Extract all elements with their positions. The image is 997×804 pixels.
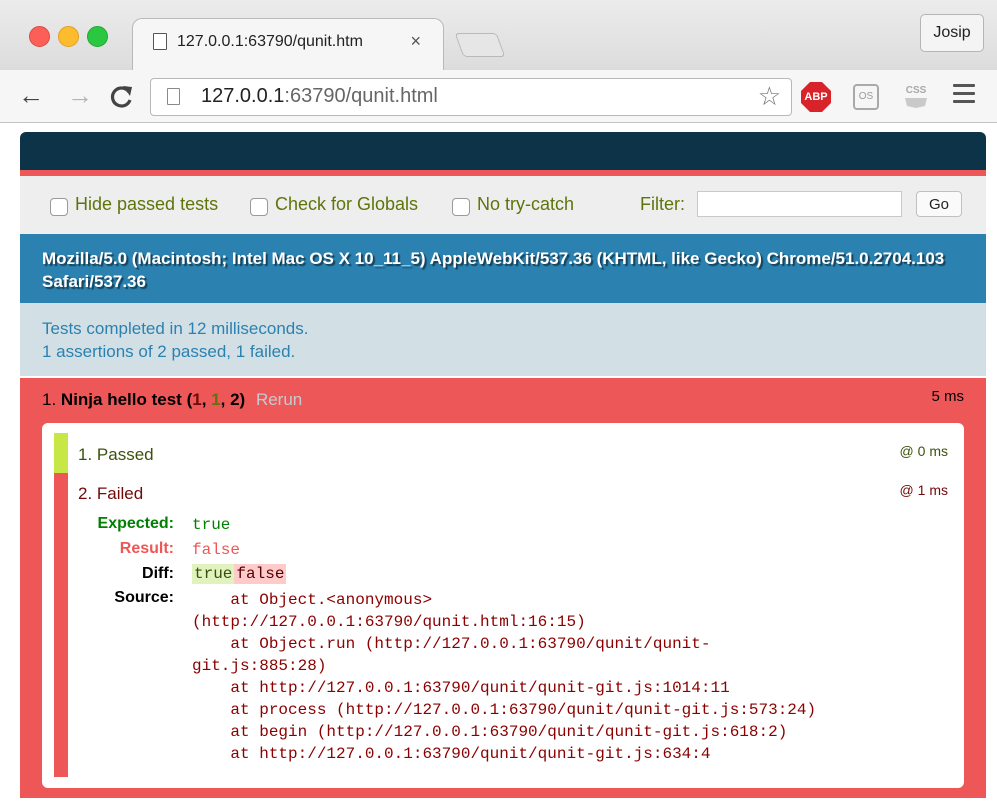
diff-value: true false <box>192 564 287 584</box>
address-bar[interactable]: 127.0.0.1:63790/qunit.html ☆ <box>150 78 792 116</box>
test-title[interactable]: 1. Ninja hello test (1, 1, 2) Rerun <box>42 390 302 410</box>
close-tab-icon[interactable]: × <box>410 31 421 52</box>
assertion-fail-time: @ 1 ms <box>899 482 948 498</box>
hide-passed-checkbox[interactable] <box>50 198 68 216</box>
result-value: false <box>192 541 241 559</box>
source-label: Source: <box>114 589 174 606</box>
no-try-catch-label[interactable]: No try-catch <box>477 194 574 215</box>
total-count: 2 <box>230 390 240 409</box>
forward-arrow-icon[interactable]: → <box>67 80 93 110</box>
qunit-header <box>20 132 986 176</box>
assertion-fail-label: 2. Failed <box>78 484 144 503</box>
test-runtime: 5 ms <box>931 388 964 405</box>
test-number: 1. <box>42 390 57 409</box>
back-arrow-icon[interactable]: ← <box>18 80 44 110</box>
expected-label: Expected: <box>97 515 174 532</box>
browser-tab[interactable]: 127.0.0.1:63790/qunit.htm × <box>132 18 444 71</box>
source-stack-trace: at Object.<anonymous> (http://127.0.0.1:… <box>192 591 817 763</box>
hide-passed-label[interactable]: Hide passed tests <box>75 194 218 215</box>
check-globals-label[interactable]: Check for Globals <box>275 194 418 215</box>
summary-duration: Tests completed in 12 milliseconds. <box>42 319 309 338</box>
zoom-window-button[interactable] <box>87 26 108 47</box>
diff-label: Diff: <box>142 565 174 582</box>
check-globals-checkbox[interactable] <box>250 198 268 216</box>
minimize-window-button[interactable] <box>58 26 79 47</box>
extension-css-icon[interactable]: CSS <box>903 84 929 108</box>
url-text: 127.0.0.1:63790/qunit.html <box>201 85 438 107</box>
diff-deleted: false <box>234 564 287 584</box>
filter-input[interactable] <box>697 191 902 217</box>
assertion-list: 1. Passed @ 0 ms 2. Failed @ 1 ms Expect… <box>42 423 964 788</box>
extension-os-icon[interactable]: OS <box>853 84 879 110</box>
bookmark-star-icon[interactable]: ☆ <box>758 81 781 112</box>
no-try-catch-checkbox[interactable] <box>452 198 470 216</box>
user-agent-banner: Mozilla/5.0 (Macintosh; Intel Mac OS X 1… <box>20 234 986 303</box>
failed-test-item: 1. Ninja hello test (1, 1, 2) Rerun 5 ms… <box>20 378 986 798</box>
pass-indicator <box>54 433 68 473</box>
go-button[interactable]: Go <box>916 191 962 217</box>
failed-count: 1 <box>192 390 202 409</box>
adblock-plus-icon[interactable]: ABP <box>801 82 831 112</box>
page-icon <box>153 33 167 50</box>
assertion-pass-label: 1. Passed <box>78 445 154 464</box>
assertion-pass-time: @ 0 ms <box>899 443 948 459</box>
test-summary: Tests completed in 12 milliseconds. 1 as… <box>20 303 986 377</box>
css-extension-label: CSS <box>905 85 927 96</box>
window-titlebar: 127.0.0.1:63790/qunit.htm × Josip <box>0 0 997 71</box>
tab-title: 127.0.0.1:63790/qunit.htm <box>177 33 363 50</box>
passed-count: 1 <box>211 390 221 409</box>
rerun-link[interactable]: Rerun <box>256 390 302 409</box>
page-icon <box>167 88 180 105</box>
reload-icon[interactable] <box>109 80 133 116</box>
expected-value: true <box>192 516 231 534</box>
test-name: Ninja hello test <box>60 390 182 409</box>
new-tab-button[interactable] <box>454 33 506 57</box>
diff-inserted: true <box>192 564 235 584</box>
close-window-button[interactable] <box>29 26 50 47</box>
qunit-toolbar: Hide passed tests Check for Globals No t… <box>20 176 986 235</box>
filter-label: Filter: <box>640 194 685 214</box>
summary-counts: 1 assertions of 2 passed, 1 failed. <box>42 342 296 361</box>
profile-button[interactable]: Josip <box>920 14 984 52</box>
hamburger-menu-icon[interactable] <box>953 84 975 108</box>
browser-toolbar: ← → 127.0.0.1:63790/qunit.html ☆ <box>0 70 997 123</box>
result-label: Result: <box>119 540 174 557</box>
